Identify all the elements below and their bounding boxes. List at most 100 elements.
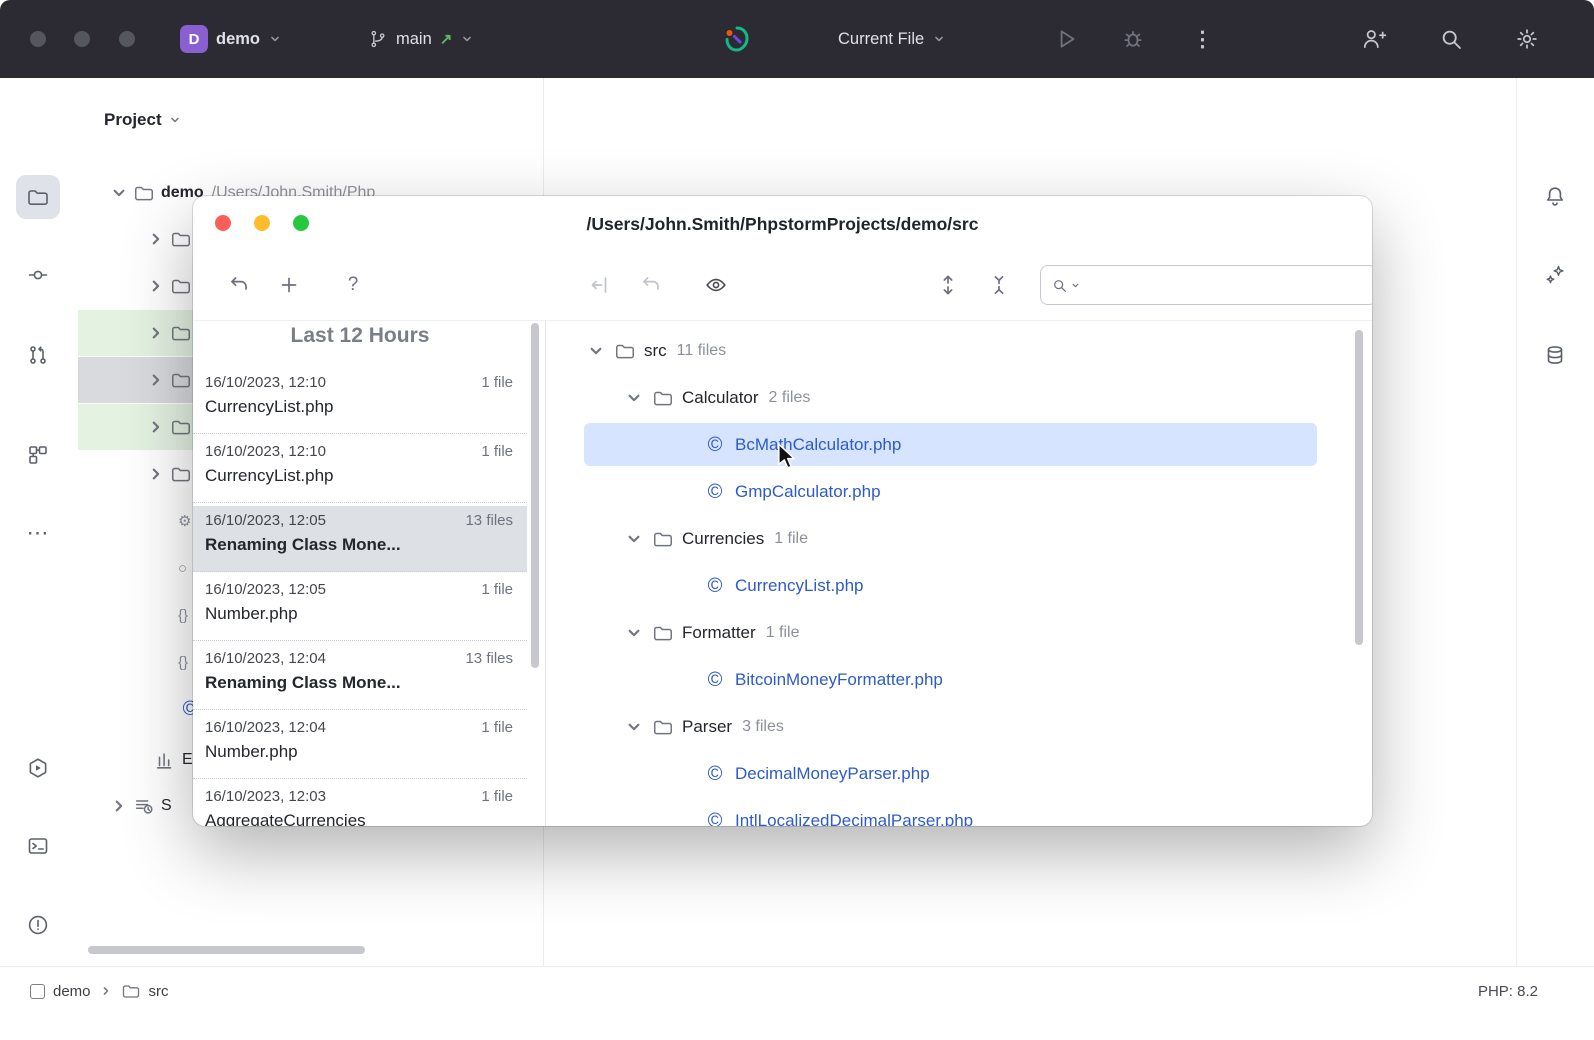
tree-row-file[interactable]: © DecimalMoneyParser.php [546,750,1372,797]
entry-date: 16/10/2023, 12:10 [205,443,326,460]
chevron-down-icon [624,529,644,549]
chevron-down-icon [168,113,182,127]
folder-name: Currencies [682,529,764,549]
class-icon: © [703,764,727,784]
arrow-left-bar-icon [588,273,612,297]
tool-structure[interactable] [16,433,60,477]
revert-selection-button[interactable] [587,272,613,298]
tool-pull-requests[interactable] [16,333,60,377]
chevron-right-icon [109,796,129,816]
branch-widget[interactable]: main ↗ [368,0,474,78]
tree-row-file[interactable]: © IntlLocalizedDecimalParser.php [546,797,1372,826]
tree-row-folder[interactable]: Parser 3 files [546,703,1372,750]
bell-icon [1543,184,1567,208]
tool-problems[interactable] [16,903,60,947]
php-version-widget[interactable]: PHP: 8.2 [1478,983,1538,1000]
search-icon [1438,26,1464,52]
history-scrollbar[interactable] [531,323,539,668]
folder-name: Formatter [682,623,756,643]
history-list-pane: Last 12 Hours 16/10/2023, 12:101 file Cu… [193,320,546,826]
run-button[interactable] [1054,26,1080,52]
database-icon [1543,343,1567,367]
breadcrumb-folder[interactable]: src [149,983,169,1000]
file-name: BitcoinMoneyFormatter.php [735,670,943,690]
help-button[interactable]: ? [340,272,366,298]
tree-row-folder[interactable]: src 11 files [546,327,1372,374]
history-entry[interactable]: 16/10/2023, 12:0413 files Renaming Class… [193,644,527,710]
tool-more[interactable]: ⋯ [16,511,60,555]
status-bar: demo src PHP: 8.2 [0,966,1594,1040]
code-with-me-button[interactable] [1361,26,1387,52]
folder-icon [652,622,674,644]
project-widget[interactable]: D demo [180,0,282,78]
tree-row-folder[interactable]: Currencies 1 file [546,515,1372,562]
tree-row-folder[interactable]: Calculator 2 files [546,374,1372,421]
collapse-all-button[interactable] [986,272,1012,298]
search-everywhere-button[interactable] [1438,26,1464,52]
tree-row-file[interactable]: © BitcoinMoneyFormatter.php [546,656,1372,703]
tree-scrollbar[interactable] [1355,330,1363,645]
breadcrumb-project[interactable]: demo [53,983,91,1000]
entry-name: Number.php [205,742,513,762]
folder-icon [170,275,192,297]
class-icon: © [703,811,727,827]
tool-ai-assistant[interactable] [1533,253,1577,297]
chevron-right-icon [146,229,166,249]
dialog-search-input[interactable] [1040,265,1372,305]
tool-project[interactable] [16,175,60,219]
debug-button[interactable] [1120,26,1146,52]
tool-notifications[interactable] [1533,174,1577,218]
minimize-button[interactable] [74,31,90,47]
preview-diff-button[interactable] [703,272,729,298]
project-panel-header[interactable]: Project [104,102,182,138]
gear-icon [1514,26,1540,52]
tree-row-file[interactable]: © CurrencyList.php [546,562,1372,609]
project-icon: D [180,25,208,53]
settings-button[interactable] [1514,26,1540,52]
zoom-button[interactable] [119,31,135,47]
close-button[interactable] [30,31,46,47]
file-name: IntlLocalizedDecimalParser.php [735,811,973,827]
tree-row-file-selected[interactable]: © BcMathCalculator.php [546,421,1372,468]
revert-button[interactable] [226,272,252,298]
folder-name: Parser [682,717,732,737]
project-name: demo [216,30,260,49]
history-entry[interactable]: 16/10/2023, 12:101 file CurrencyList.php [193,368,527,434]
title-bar: D demo main ↗ Current File ⋮ [0,0,1594,78]
history-entry[interactable]: 16/10/2023, 12:041 file Number.php [193,713,527,779]
scratches-icon [133,795,155,817]
file-count: 1 file [774,530,808,548]
history-entry[interactable]: 16/10/2023, 12:051 file Number.php [193,575,527,641]
tree-row-folder[interactable]: Formatter 1 file [546,609,1372,656]
create-patch-button[interactable] [276,272,302,298]
entry-count: 1 file [481,719,513,736]
folder-icon [170,228,192,250]
expand-all-button[interactable] [935,272,961,298]
horizontal-scrollbar[interactable] [88,946,365,954]
history-entry[interactable]: 16/10/2023, 12:031 file AggregateCurrenc… [193,782,527,826]
changed-files-pane: src 11 files Calculator 2 files © BcMath… [546,320,1372,826]
traffic-lights [30,31,159,52]
tool-run[interactable] [16,746,60,790]
tool-terminal[interactable] [16,824,60,868]
tool-commit[interactable] [16,253,60,297]
revert-icon [227,273,251,297]
chevron-right-icon [146,417,166,437]
more-actions-button[interactable]: ⋮ [1192,29,1213,50]
file-count: 1 file [766,624,800,642]
file-count: 2 files [769,389,811,407]
tool-database[interactable] [1533,333,1577,377]
history-entry-selected[interactable]: 16/10/2023, 12:0513 files Renaming Class… [193,506,527,572]
tree-row-file[interactable]: © GmpCalculator.php [546,468,1372,515]
plus-icon [277,273,301,297]
run-config-selector[interactable]: Current File [838,0,946,78]
sparkles-icon [1543,263,1567,287]
entry-date: 16/10/2023, 12:05 [205,581,326,598]
settings-file-icon: ⚙ [178,512,191,530]
folder-icon [652,387,674,409]
history-entry[interactable]: 16/10/2023, 12:101 file CurrencyList.php [193,437,527,503]
undo-button[interactable] [638,272,664,298]
branch-name: main [396,30,432,49]
ide-ai-icon[interactable] [722,24,752,59]
entry-date: 16/10/2023, 12:03 [205,788,326,805]
